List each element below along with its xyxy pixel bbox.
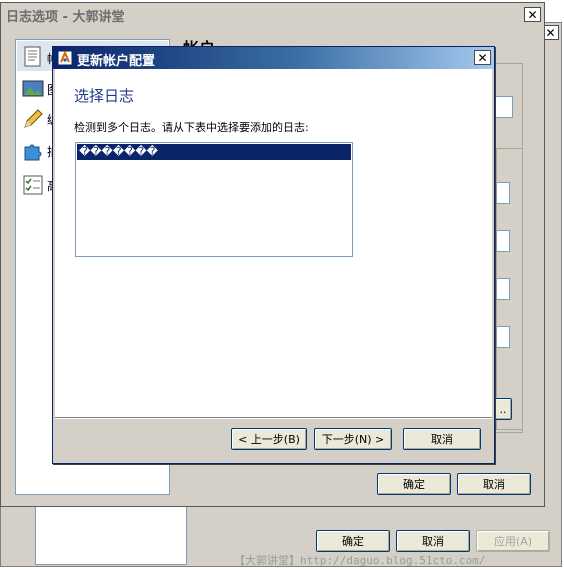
next-button[interactable]: 下一步(N) >: [314, 428, 392, 450]
dialog-separator: [55, 417, 492, 419]
dialog-instruction: 检测到多个日志。请从下表中选择要添加的日志:: [74, 121, 309, 134]
back-button[interactable]: < 上一步(B): [231, 428, 307, 450]
back-ok-button[interactable]: 确定: [316, 530, 390, 552]
account-field-4[interactable]: [496, 278, 510, 300]
back-cancel-button[interactable]: 取消: [396, 530, 470, 552]
document-icon: [24, 46, 41, 67]
dialog-cancel-button[interactable]: 取消: [403, 428, 481, 450]
log-options-titlebar[interactable]: 日志选项 - 大郭讲堂 ✕: [1, 3, 544, 25]
checklist-icon: [23, 175, 43, 195]
account-field-5[interactable]: [496, 326, 510, 348]
options-cancel-button[interactable]: 取消: [457, 473, 531, 495]
blog-list-item-selected[interactable]: �������: [77, 144, 351, 160]
update-account-dialog: 更新帐户配置 ✕ 选择日志 检测到多个日志。请从下表中选择要添加的日志: ���…: [52, 46, 495, 464]
account-field-2[interactable]: [496, 182, 510, 204]
watermark: 【大郭讲堂】http://daguo.blog.51cto.com/: [234, 554, 486, 567]
blog-list[interactable]: �������: [75, 142, 353, 257]
dialog-title: 更新帐户配置: [77, 54, 156, 69]
account-field-3[interactable]: [496, 230, 510, 252]
options-ok-button[interactable]: 确定: [377, 473, 451, 495]
dialog-heading: 选择日志: [74, 87, 135, 105]
back-apply-button[interactable]: 应用(A): [476, 530, 550, 552]
dialog-close-button[interactable]: ✕: [474, 50, 491, 65]
picture-icon: [22, 80, 44, 97]
log-options-close-button[interactable]: ✕: [524, 7, 541, 22]
pencil-icon: [24, 109, 43, 128]
dialog-content: 选择日志 检测到多个日志。请从下表中选择要添加的日志: �������: [55, 69, 492, 417]
app-icon: [57, 50, 73, 66]
log-options-title: 日志选项 - 大郭讲堂: [6, 10, 125, 25]
dialog-titlebar[interactable]: 更新帐户配置 ✕: [53, 47, 494, 69]
puzzle-icon: [24, 144, 42, 161]
account-browse-button[interactable]: ..: [494, 398, 512, 420]
back-window-panel: [35, 505, 187, 565]
